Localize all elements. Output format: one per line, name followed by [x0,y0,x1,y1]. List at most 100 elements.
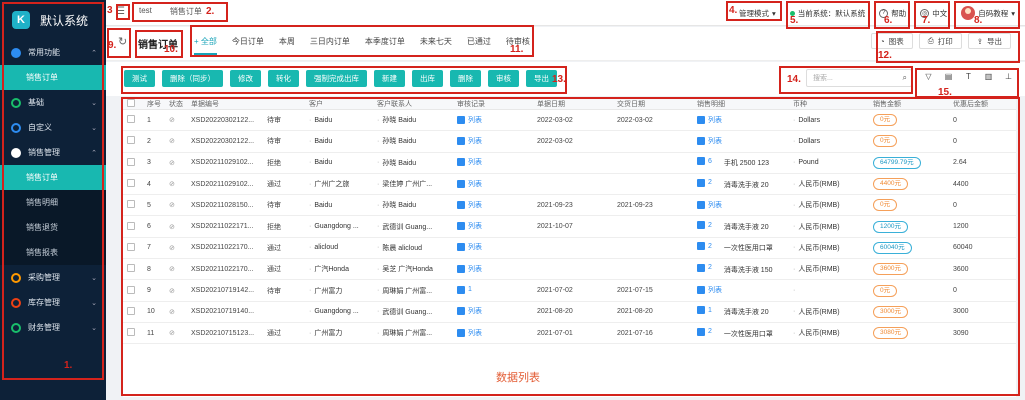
column-header[interactable]: 币种 [789,99,869,110]
row-checkbox[interactable] [123,173,143,196]
filter-icon[interactable]: ▽ [922,70,935,83]
column-header[interactable]: 销售明细 [693,99,789,110]
table-row[interactable]: 11 ⊘ XSD20210715123...通过广州富力 周琳娟 广州富... 列表 20… [123,322,1016,345]
search-icon[interactable]: ⌕ [903,73,907,83]
user-menu[interactable]: 自码教程 ▾ [961,3,1015,23]
table-row[interactable]: 2 ⊘ XSD20220302122...待审 Baidu 孙晓 Baidu 列表 2022… [123,130,1016,153]
menu-group-sales[interactable]: 销售管理 ⌃ [0,140,106,165]
attachment-icon[interactable]: ⊘ [169,288,175,295]
edit-button[interactable]: 修改 [230,70,261,87]
audit-list-link[interactable]: 列表 [457,306,482,316]
outbound-button[interactable]: 出库 [412,70,443,87]
cell-detail[interactable]: 2 一次性医用口罩 [693,322,789,345]
detail-link[interactable]: 2 [697,263,712,272]
menu-group-finance[interactable]: 财务管理 ⌄ [0,315,106,340]
detail-link[interactable]: 2 [697,178,712,187]
attachment-icon[interactable]: ⊘ [169,330,175,337]
cell-detail[interactable]: 列表 [693,194,789,217]
detail-link[interactable]: 列表 [697,115,722,125]
cell-audit[interactable]: 列表 [453,173,533,196]
cell-detail[interactable]: 1 消毒洗手液 20 [693,301,789,323]
cell-detail[interactable]: 2 消毒洗手液 20 [693,215,789,238]
export-button[interactable]: ⇪ 导出 [967,33,1011,49]
column-header[interactable]: 优惠后金额 [949,99,1016,110]
audit-list-link[interactable]: 列表 [457,242,482,252]
menu-group-basic[interactable]: 基础 ⌄ [0,90,106,115]
audit-list-link[interactable]: 列表 [457,264,482,274]
cell-audit[interactable]: 列表 [453,215,533,238]
tab-approved[interactable]: 已通过 [467,36,491,55]
delete-button[interactable]: 删除 [450,70,481,87]
test-button[interactable]: 测试 [124,70,155,87]
table-row[interactable]: 7 ⊘ XSD20211022170...通过 alicloud 陈晨 alicloud… [123,237,1016,260]
new-button[interactable]: 新建 [374,70,405,87]
column-header[interactable]: 销售金额 [869,99,949,110]
cell-audit[interactable]: 列表 [453,194,533,217]
search-input[interactable]: 搜索... ⌕ [806,69,912,87]
force-complete-button[interactable]: 强制完成出库 [306,70,367,87]
column-header[interactable]: 单据日期 [533,99,613,110]
table-row[interactable]: 4 ⊘ XSD20211029102...通过广州广之旅 梁佳婷 广州广... 列表 2 … [123,173,1016,196]
column-header[interactable]: 交货日期 [613,99,693,110]
audit-list-link[interactable]: 列表 [457,157,482,167]
chart-button[interactable]: ◔ 图表 [871,33,913,49]
convert-button[interactable]: 转化 [268,70,299,87]
audit-list-link[interactable]: 列表 [457,328,482,338]
tab-this-quarter[interactable]: 本季度订单 [365,36,405,55]
cell-detail[interactable]: 列表 [693,130,789,153]
row-checkbox[interactable] [123,194,143,217]
table-row[interactable]: 9 ⊘ XSD20210719142...待审广州富力 周琳娟 广州富... 1 2021… [123,279,1016,302]
cell-detail[interactable]: 2 一次性医用口罩 [693,237,789,260]
column-header[interactable]: 单据编号 [187,99,263,110]
cell-audit[interactable]: 列表 [453,130,533,153]
text-size-icon[interactable]: T [962,70,975,83]
table-row[interactable]: 1 ⊘ XSD20220302122...待审 Baidu 孙晓 Baidu 列表 2022… [123,109,1016,132]
table-row[interactable]: 3 ⊘ XSD20211029102...拒绝 Baidu 孙晓 Baidu 列表 6 手机… [123,152,1016,174]
table-row[interactable]: 8 ⊘ XSD20211022170...通过广汽Honda 吴芝 广汽Honda 列表… [123,258,1016,281]
tab-three-days[interactable]: 三日内订单 [310,36,350,55]
row-checkbox[interactable] [123,152,143,174]
column-header[interactable]: 客户联系人 [373,99,453,110]
detail-link[interactable]: 列表 [697,200,722,210]
menu-item-sales-order-shortcut[interactable]: 销售订单 [0,65,106,90]
menu-item-sales-order[interactable]: 销售订单 [0,165,106,190]
detail-link[interactable]: 列表 [697,285,722,295]
menu-group-common[interactable]: 常用功能 ⌃ [0,40,106,65]
attachment-icon[interactable]: ⊘ [169,117,175,124]
row-checkbox[interactable] [123,322,143,345]
column-header[interactable]: 序号 [143,99,165,110]
detail-link[interactable]: 列表 [697,136,722,146]
attachment-icon[interactable]: ⊘ [169,160,175,167]
attachment-icon[interactable]: ⊘ [169,138,175,145]
tab-all[interactable]: + 全部 [194,36,217,55]
audit-list-link[interactable]: 1 [457,285,472,294]
audit-list-link[interactable]: 列表 [457,221,482,231]
detail-link[interactable]: 6 [697,157,712,166]
select-all-checkbox[interactable] [123,99,143,110]
columns-icon[interactable]: ▤ [942,70,955,83]
table-row[interactable]: 6 ⊘ XSD20211022171...拒绝 Guangdong ... 武德训 Gu… [123,215,1016,238]
breadcrumb-item[interactable]: test [139,6,152,17]
tab-this-week[interactable]: 本周 [279,36,295,55]
bar-chart-icon[interactable]: ▥ [982,70,995,83]
column-header[interactable]: 状态 [165,99,187,110]
cell-audit[interactable]: 列表 [453,322,533,345]
tree-icon[interactable]: ⊥ [1002,70,1015,83]
cell-detail[interactable]: 列表 [693,279,789,302]
row-checkbox[interactable] [123,130,143,153]
table-row[interactable]: 5 ⊘ XSD20211028150...待审 Baidu 孙晓 Baidu 列表 2021… [123,194,1016,217]
cell-audit[interactable]: 列表 [453,237,533,260]
cell-audit[interactable]: 列表 [453,301,533,323]
menu-group-purchase[interactable]: 采购管理 ⌄ [0,265,106,290]
audit-list-link[interactable]: 列表 [457,136,482,146]
print-button[interactable]: ⎙ 打印 [918,33,962,49]
row-checkbox[interactable] [123,258,143,281]
tab-today[interactable]: 今日订单 [232,36,264,55]
audit-list-link[interactable]: 列表 [457,115,482,125]
cell-detail[interactable]: 6 手机 2500 123 [693,152,789,174]
detail-link[interactable]: 2 [697,327,712,336]
cell-detail[interactable]: 2 消毒洗手液 150 [693,258,789,281]
column-header[interactable]: 审核记录 [453,99,533,110]
menu-item-sales-report[interactable]: 销售报表 [0,240,106,265]
cell-audit[interactable]: 1 [453,279,533,302]
